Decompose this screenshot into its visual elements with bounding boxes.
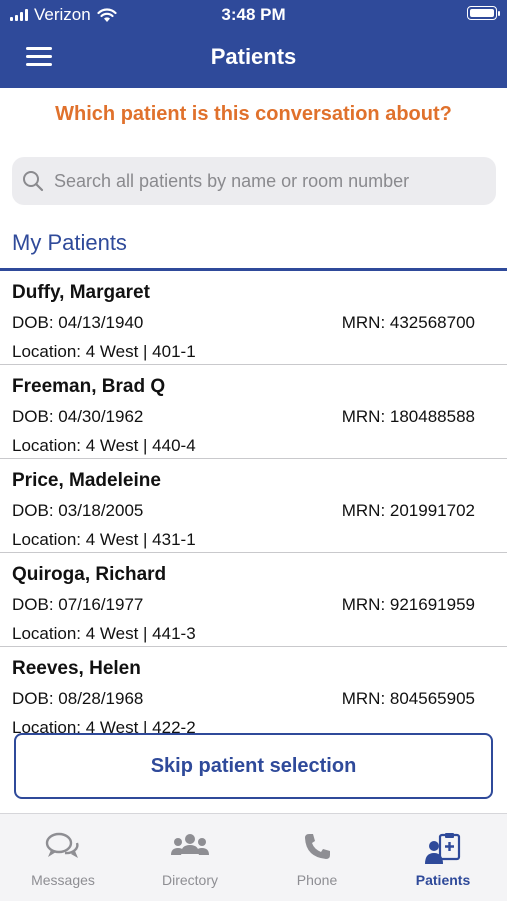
search-icon (23, 171, 44, 192)
status-bar: Verizon 3:48 PM (0, 0, 507, 30)
patient-name: Duffy, Margaret (12, 282, 150, 303)
patient-list: Duffy, Margaret DOB: 04/13/1940 MRN: 432… (0, 271, 507, 734)
tab-label: Patients (415, 872, 471, 888)
patient-mrn: MRN: 201991702 (341, 501, 475, 520)
patient-location: Location: 4 West | 431-1 (12, 530, 196, 549)
tab-directory[interactable]: Directory (127, 814, 253, 901)
patient-name: Freeman, Brad Q (12, 376, 166, 397)
patient-location: Location: 4 West | 401-1 (12, 342, 196, 361)
patient-dob: DOB: 03/18/2005 (12, 501, 144, 520)
patient-mrn: MRN: 180488588 (341, 407, 475, 426)
tab-label: Directory (161, 872, 218, 888)
section-title-my-patients: My Patients (12, 230, 127, 255)
patient-row[interactable]: Reeves, Helen DOB: 08/28/1968 MRN: 80456… (0, 647, 507, 734)
patient-dob: DOB: 04/30/1962 (12, 407, 144, 426)
patient-row[interactable]: Quiroga, Richard DOB: 07/16/1977 MRN: 92… (0, 553, 507, 647)
search-input[interactable] (52, 169, 496, 193)
status-right (467, 6, 500, 20)
patient-location: Location: 4 West | 441-3 (12, 624, 196, 643)
page-title: Patients (210, 44, 297, 69)
patient-name: Price, Madeleine (12, 470, 161, 491)
patient-mrn: MRN: 804565905 (341, 689, 475, 708)
status-time: 3:48 PM (221, 5, 286, 24)
patient-row[interactable]: Duffy, Margaret DOB: 04/13/1940 MRN: 432… (0, 271, 507, 365)
patient-name: Reeves, Helen (12, 658, 141, 679)
patient-location: Location: 4 West | 422-2 (12, 718, 196, 734)
tab-patients[interactable]: Patients (380, 814, 506, 901)
phone-icon (305, 834, 330, 859)
tab-label: Messages (31, 872, 95, 888)
patient-selection-prompt: Which patient is this conversation about… (55, 103, 452, 125)
tab-messages[interactable]: Messages (0, 814, 126, 901)
skip-patient-selection-button[interactable]: Skip patient selection (14, 733, 493, 799)
patient-dob: DOB: 08/28/1968 (12, 689, 144, 708)
tab-phone[interactable]: Phone (254, 814, 380, 901)
patient-dob: DOB: 07/16/1977 (12, 595, 144, 614)
patient-name: Quiroga, Richard (12, 564, 167, 585)
patient-dob: DOB: 04/13/1940 (12, 313, 144, 332)
patient-chart-icon (425, 833, 461, 864)
chat-bubbles-icon (45, 832, 79, 858)
patient-mrn: MRN: 921691959 (341, 595, 475, 614)
app-header: Verizon 3:48 PM Patients (0, 0, 507, 88)
tab-label: Phone (296, 872, 338, 888)
patient-row[interactable]: Price, Madeleine DOB: 03/18/2005 MRN: 20… (0, 459, 507, 553)
patient-search-bar[interactable] (12, 157, 496, 205)
tab-bar: Messages Directory Phone Patients (0, 813, 507, 901)
battery-icon (467, 6, 500, 20)
patient-location: Location: 4 West | 440-4 (12, 436, 196, 455)
patient-mrn: MRN: 432568700 (341, 313, 475, 332)
patient-row[interactable]: Freeman, Brad Q DOB: 04/30/1962 MRN: 180… (0, 365, 507, 459)
group-icon (171, 834, 209, 855)
